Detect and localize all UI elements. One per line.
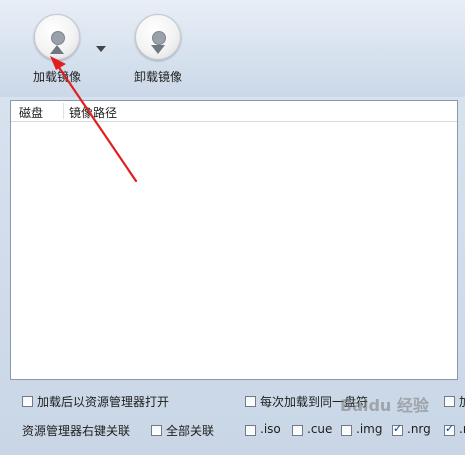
checkbox-box[interactable] [392,422,403,436]
mount-dropdown-icon[interactable] [96,46,106,52]
mount-image-label: 加载镜像 [32,70,81,84]
mounted-images-list[interactable]: 磁盘 镜像路径 [10,100,458,380]
checkbox-label: 全部关联 [166,424,215,438]
checkbox-label: 每次加载到同一盘符 [260,395,369,409]
checkbox-label: .img [356,422,383,436]
checkbox-box[interactable] [292,425,303,436]
checkbox-label: .nrg [407,422,431,436]
column-header-image-path[interactable]: 镜像路径 [69,104,117,121]
checkbox-box[interactable] [22,396,33,407]
disc-unmount-icon [135,14,181,60]
column-header-drive[interactable]: 磁盘 [19,104,43,121]
list-header: 磁盘 镜像路径 [11,101,457,122]
checkbox-label: .iso [260,422,281,436]
context-menu-assoc-label: 资源管理器右键关联 [22,424,131,438]
checkbox-label: .r [459,422,465,436]
checkbox-box[interactable] [151,425,162,436]
disc-mount-icon [34,14,80,60]
unmount-image-label: 卸载镜像 [133,70,182,84]
checkbox-label: .cue [307,422,333,436]
checkbox-label: 加 [459,393,465,410]
checkbox-box[interactable] [444,396,455,407]
mount-image-button[interactable]: 加载镜像 [17,14,97,94]
checkbox-box[interactable] [245,425,256,436]
options-row-1: 加载后以资源管理器打开 每次加载到同一盘符 加 [0,393,465,413]
options-row-2: 资源管理器右键关联 全部关联 .iso .cue .img .nrg .r [0,422,465,442]
toolbar: 加载镜像 卸载镜像 [0,0,465,97]
checkbox-label: 加载后以资源管理器打开 [37,395,170,409]
checkbox-box[interactable] [444,422,455,436]
checkbox-box[interactable] [245,396,256,407]
checkbox-box[interactable] [341,425,352,436]
options-panel: 加载后以资源管理器打开 每次加载到同一盘符 加 资源管理器右键关联 全部关联 .… [0,385,465,455]
column-divider[interactable] [63,103,64,119]
unmount-image-button[interactable]: 卸载镜像 [118,14,198,94]
